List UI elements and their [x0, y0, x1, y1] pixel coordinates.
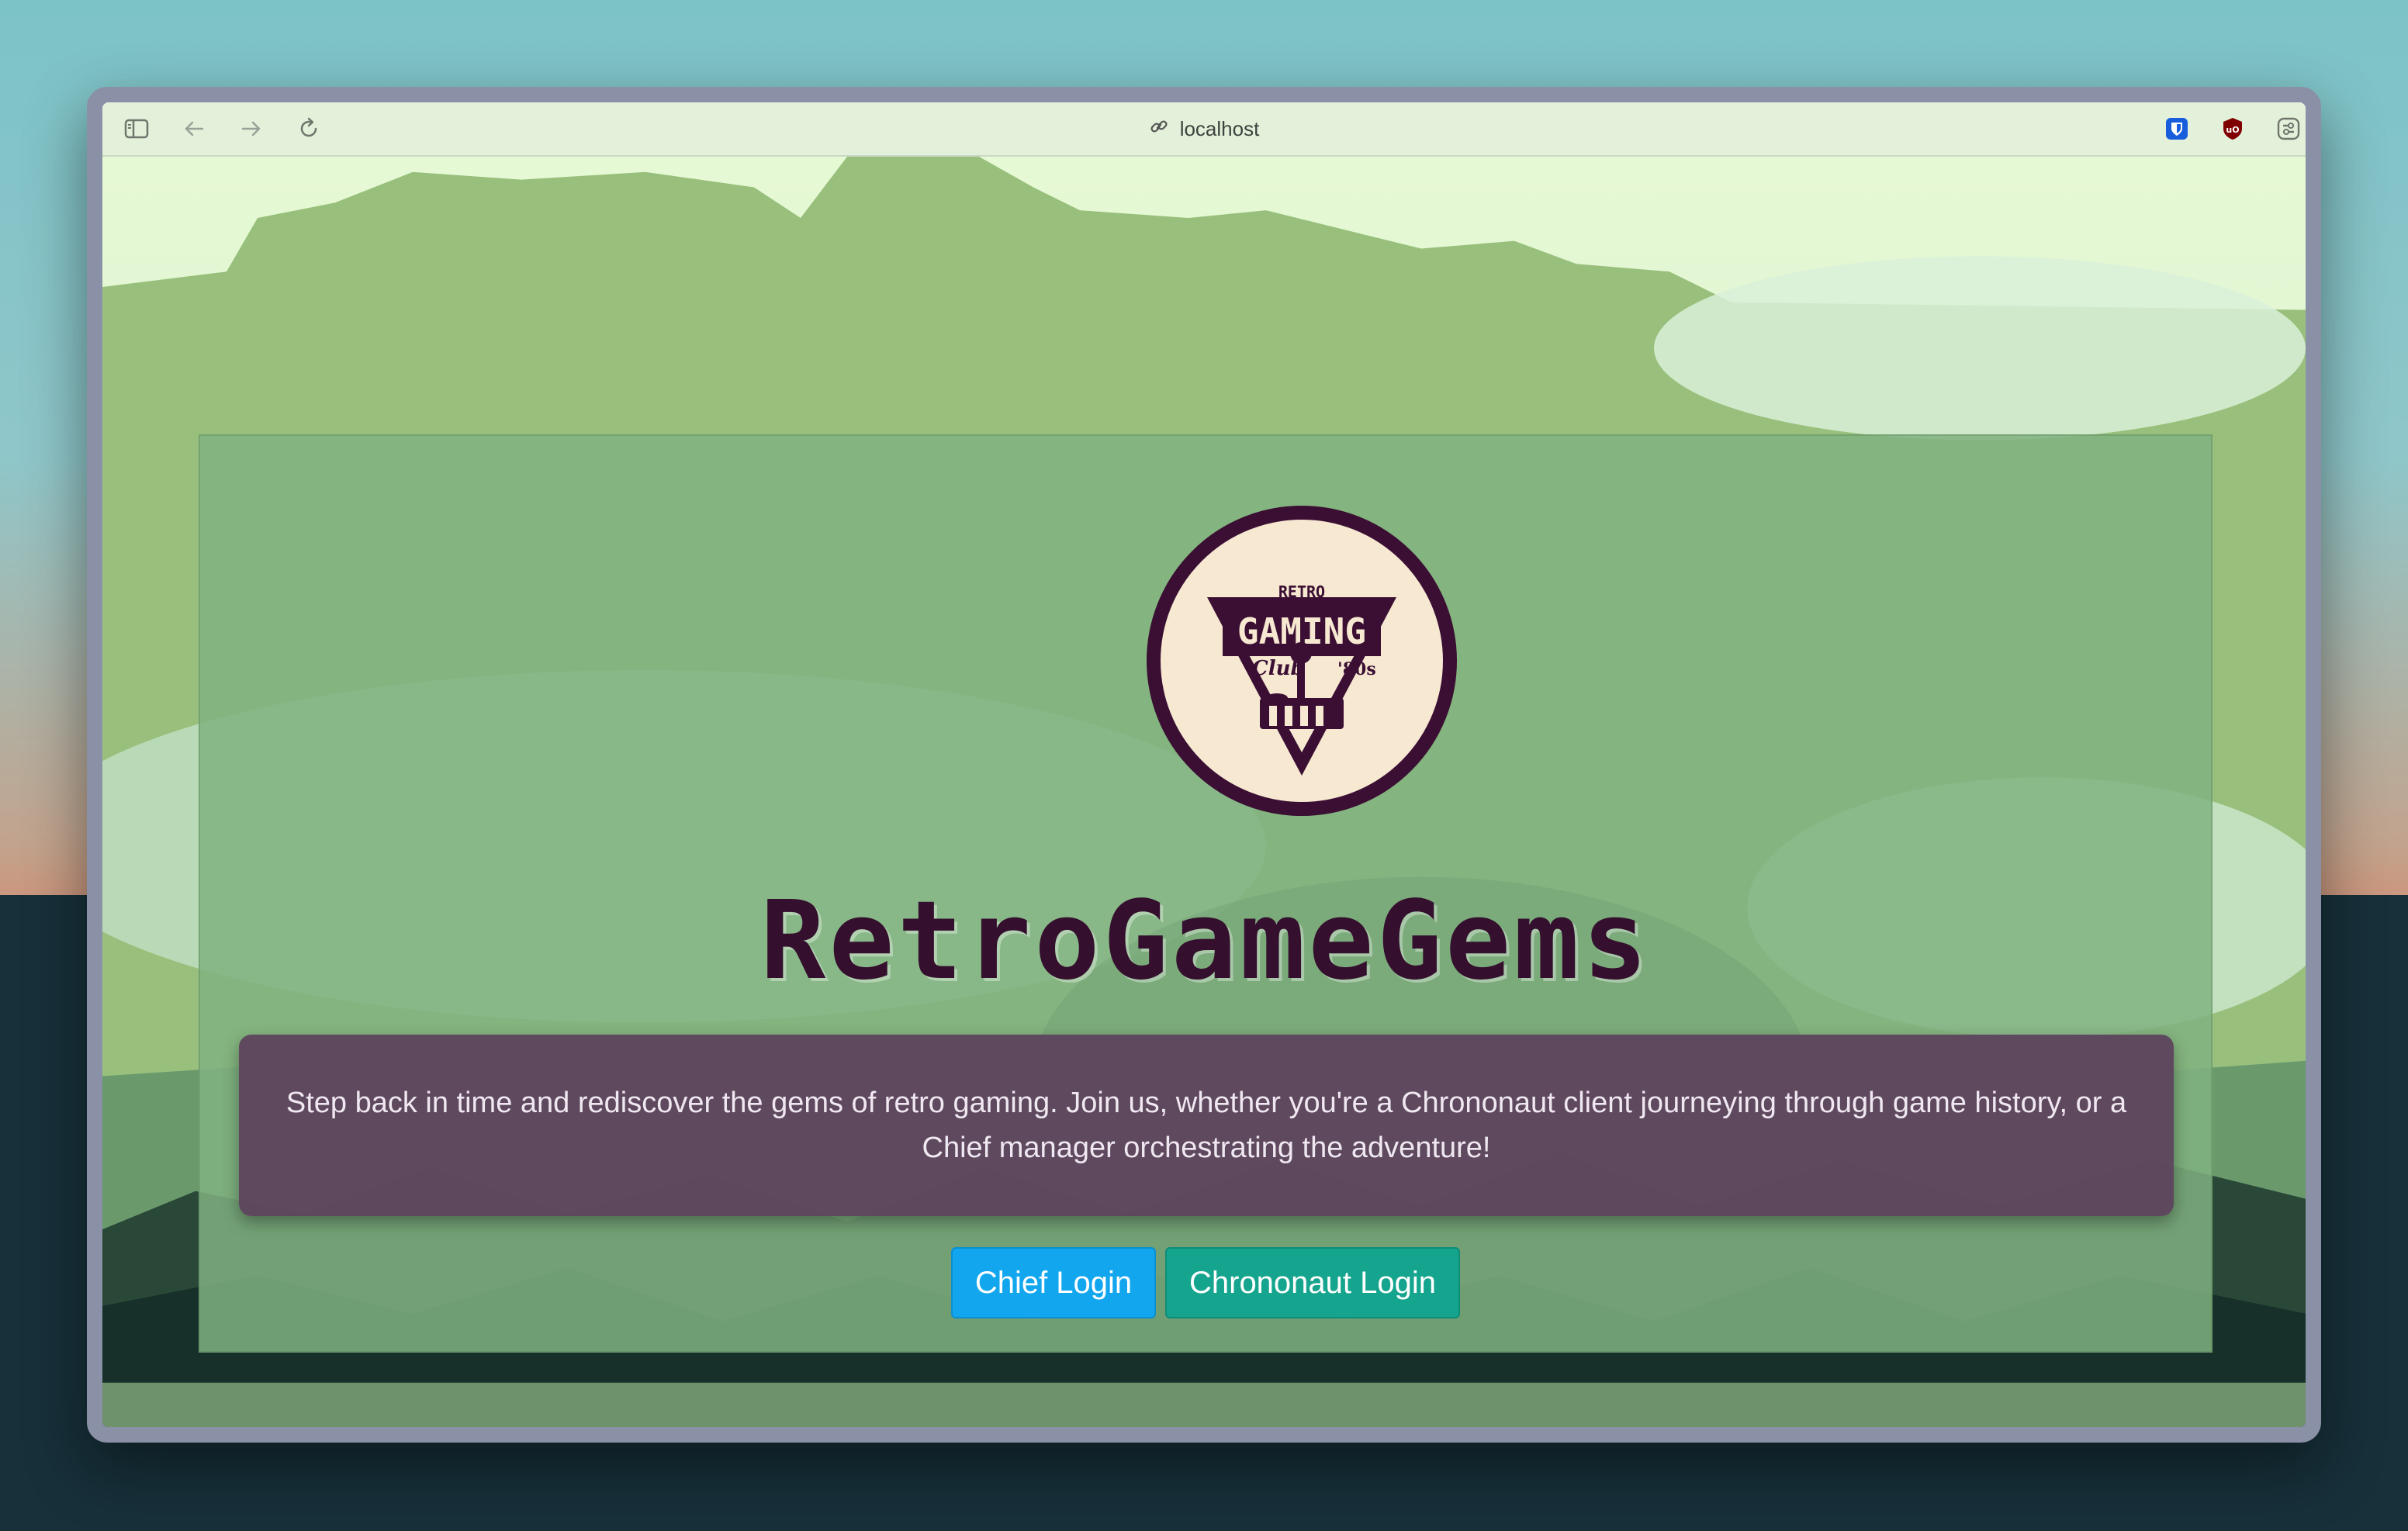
ublock-icon[interactable]: uO	[2217, 113, 2248, 144]
extension-icon[interactable]	[2273, 113, 2304, 144]
hero-description: Step back in time and rediscover the gem…	[239, 1035, 2174, 1216]
retro-gaming-club-logo: RETRO GAMING Club '80s	[1147, 506, 1457, 816]
site-title: RetroGameGems	[760, 878, 1651, 1004]
bitwarden-icon[interactable]	[2161, 113, 2192, 144]
svg-text:'80s: '80s	[1337, 659, 1376, 679]
chief-login-button[interactable]: Chief Login	[951, 1247, 1156, 1318]
svg-text:RETRO: RETRO	[1278, 582, 1325, 601]
browser-toolbar: localhost uO	[102, 102, 2306, 157]
address-bar[interactable]: localhost	[102, 102, 2306, 155]
link-icon	[1149, 116, 1169, 142]
browser-window: localhost uO RETRO GAMING Club '80s Retr…	[87, 87, 2321, 1443]
page-content: RETRO GAMING Club '80s RetroGameGems Ste…	[102, 157, 2306, 1427]
description-text: Step back in time and rediscover the gem…	[285, 1087, 2127, 1164]
browser-viewport: localhost uO RETRO GAMING Club '80s Retr…	[102, 102, 2306, 1427]
url-text: localhost	[1179, 116, 1260, 140]
chrononaut-login-button[interactable]: Chrononaut Login	[1165, 1247, 1460, 1318]
hero-card: RETRO GAMING Club '80s RetroGameGems Ste…	[199, 434, 2213, 1353]
svg-text:uO: uO	[2226, 125, 2239, 135]
